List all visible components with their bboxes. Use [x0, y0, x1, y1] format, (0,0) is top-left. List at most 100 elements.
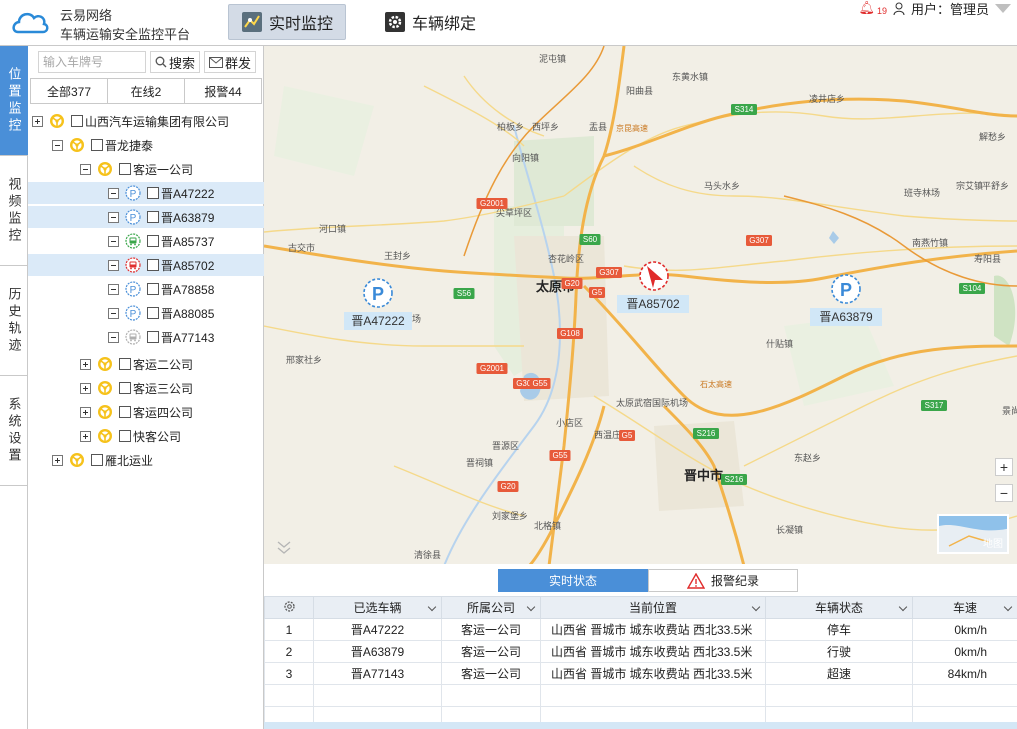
tree-node-checkbox[interactable] [71, 115, 83, 127]
table-row[interactable]: 2 晋A63879 客运一公司 山西省 晋城市 城东收费站 西北33.5米 行驶 0km/… [264, 640, 1017, 663]
place-label: 东黄水镇 [672, 71, 708, 82]
tree-node-group[interactable]: 客运三公司 [28, 377, 264, 399]
tree-node-checkbox[interactable] [147, 259, 159, 271]
column-header-vehicle[interactable]: 已选车辆 [313, 596, 442, 619]
expand-icon[interactable] [80, 430, 91, 442]
place-label: 盂县 [589, 122, 607, 132]
map-canvas[interactable]: 太原市 晋中市 泥屯镇 东黄水镇 凌井店乡 柏板乡 西坪乡 阳曲县 盂县 向阳镇 解愁乡 马头水乡… [264, 46, 1017, 564]
side-tab-history[interactable]: 历史轨迹 [0, 266, 28, 376]
column-header-status[interactable]: 车辆状态 [765, 596, 913, 619]
zoom-in-button[interactable]: + [995, 458, 1013, 476]
table-row[interactable]: 3 晋A77143 客运一公司 山西省 晋城市 城东收费站 西北33.5米 超速 84km… [264, 662, 1017, 685]
tab-realtime-status[interactable]: 实时状态 [498, 569, 648, 592]
place-label: 太原武宿国际机场 [616, 397, 688, 408]
collapse-icon[interactable] [108, 187, 119, 199]
collapse-icon[interactable] [108, 331, 119, 343]
place-label: 长凝镇 [776, 524, 803, 535]
user-menu-caret-icon[interactable] [995, 3, 1011, 13]
expand-icon[interactable] [80, 382, 91, 394]
tree-node-checkbox[interactable] [119, 382, 131, 394]
column-header-location[interactable]: 当前位置 [540, 596, 766, 619]
warning-icon [686, 572, 705, 589]
expand-icon[interactable] [52, 454, 63, 466]
collapse-icon[interactable] [108, 283, 119, 295]
collapse-icon[interactable] [52, 139, 63, 151]
bell-icon[interactable]: 🔔︎ [858, 0, 875, 16]
column-header-company[interactable]: 所属公司 [441, 596, 541, 619]
nav-tab-realtime[interactable]: 实时监控 [228, 4, 347, 40]
expand-icon[interactable] [32, 115, 43, 127]
bus-icon [125, 257, 141, 273]
tree-node-vehicle[interactable]: P 晋A78858 [28, 278, 264, 300]
broadcast-button-label: 群发 [225, 55, 252, 71]
road-label: G55 [532, 379, 548, 388]
tree-node-checkbox[interactable] [119, 406, 131, 418]
tree-node-group[interactable]: 山西汽车运输集团有限公司 [28, 110, 264, 132]
tab-alarm-records[interactable]: 报警纪录 [648, 569, 798, 592]
collapse-icon[interactable] [80, 163, 91, 175]
column-header-speed[interactable]: 车速 [912, 596, 1017, 619]
collapse-icon[interactable] [108, 211, 119, 223]
table-cell: 行驶 [765, 640, 913, 663]
broadcast-button[interactable]: 群发 [204, 51, 257, 73]
table-row[interactable] [264, 684, 1017, 707]
tree-node-vehicle[interactable]: P 晋A63879 [28, 206, 264, 228]
plate-search-input[interactable] [38, 51, 146, 73]
tree-node-checkbox[interactable] [119, 430, 131, 442]
column-settings-header[interactable] [264, 596, 314, 619]
side-tab-settings[interactable]: 系统设置 [0, 376, 28, 486]
tree-node-checkbox[interactable] [147, 331, 159, 343]
tree-node-checkbox[interactable] [147, 307, 159, 319]
tree-node-group[interactable]: 雁北运业 [28, 449, 264, 471]
vehicle-marker-jinA63879[interactable]: P 晋A63879 [810, 274, 882, 326]
bus-icon [125, 233, 141, 249]
side-tab-video[interactable]: 视频监控 [0, 156, 28, 266]
tree-node-group[interactable]: 客运四公司 [28, 401, 264, 423]
table-horizontal-scrollbar[interactable] [264, 722, 1017, 729]
tree-node-checkbox[interactable] [91, 454, 103, 466]
map-type-switch[interactable]: 地图 [937, 514, 1009, 554]
tree-node-group[interactable]: 客运一公司 [28, 158, 264, 180]
minimap-label: 地图 [983, 539, 1003, 550]
tree-node-checkbox[interactable] [147, 187, 159, 199]
search-button[interactable]: 搜索 [150, 51, 201, 73]
tree-node-vehicle[interactable]: 晋A85702 [28, 254, 264, 276]
tree-node-label: 晋A85737 [161, 234, 215, 249]
tree-node-checkbox[interactable] [147, 235, 159, 247]
filter-tab-all[interactable]: 全部377 [31, 79, 108, 103]
table-cell: 客运一公司 [441, 618, 541, 641]
wheel-icon [70, 453, 84, 467]
tree-node-group[interactable]: 晋龙捷泰 [28, 134, 264, 156]
tree-node-group[interactable]: 客运二公司 [28, 353, 264, 375]
side-tab-location[interactable]: 位置监控 [0, 46, 28, 156]
filter-tab-alarm[interactable]: 报警44 [185, 79, 261, 103]
collapse-icon[interactable] [108, 235, 119, 247]
nav-tab-vehicle-binding[interactable]: 车辆绑定 [372, 4, 488, 40]
tree-node-vehicle[interactable]: P 晋A88085 [28, 302, 264, 324]
road-label: 石太高速 [700, 379, 732, 389]
parking-icon: P [125, 185, 141, 201]
tree-node-checkbox[interactable] [91, 139, 103, 151]
tree-node-checkbox[interactable] [147, 283, 159, 295]
chevron-double-down-icon[interactable] [274, 540, 298, 556]
tree-node-vehicle[interactable]: 晋A77143 [28, 326, 264, 348]
place-label: 平舒乡 [982, 180, 1009, 191]
table-row[interactable]: 1 晋A47222 客运一公司 山西省 晋城市 城东收费站 西北33.5米 停车 0km/… [264, 618, 1017, 641]
road-label: S317 [925, 401, 944, 410]
tree-node-checkbox[interactable] [147, 211, 159, 223]
zoom-out-button[interactable]: − [995, 484, 1013, 502]
expand-icon[interactable] [80, 358, 91, 370]
expand-icon[interactable] [80, 406, 91, 418]
vehicle-marker-jinA47222[interactable]: P 晋A47222 [344, 278, 412, 330]
tree-node-vehicle[interactable]: 晋A85737 [28, 230, 264, 252]
tree-node-checkbox[interactable] [119, 358, 131, 370]
table-cell [441, 684, 541, 707]
collapse-icon[interactable] [108, 259, 119, 271]
tree-node-vehicle[interactable]: P 晋A47222 [28, 182, 264, 204]
collapse-icon[interactable] [108, 307, 119, 319]
filter-tab-online[interactable]: 在线2 [108, 79, 185, 103]
tree-node-group[interactable]: 快客公司 [28, 425, 264, 447]
place-label: 柏板乡 [497, 121, 524, 132]
tree-node-checkbox[interactable] [119, 163, 131, 175]
table-cell: 山西省 晋城市 城东收费站 西北33.5米 [540, 618, 766, 641]
